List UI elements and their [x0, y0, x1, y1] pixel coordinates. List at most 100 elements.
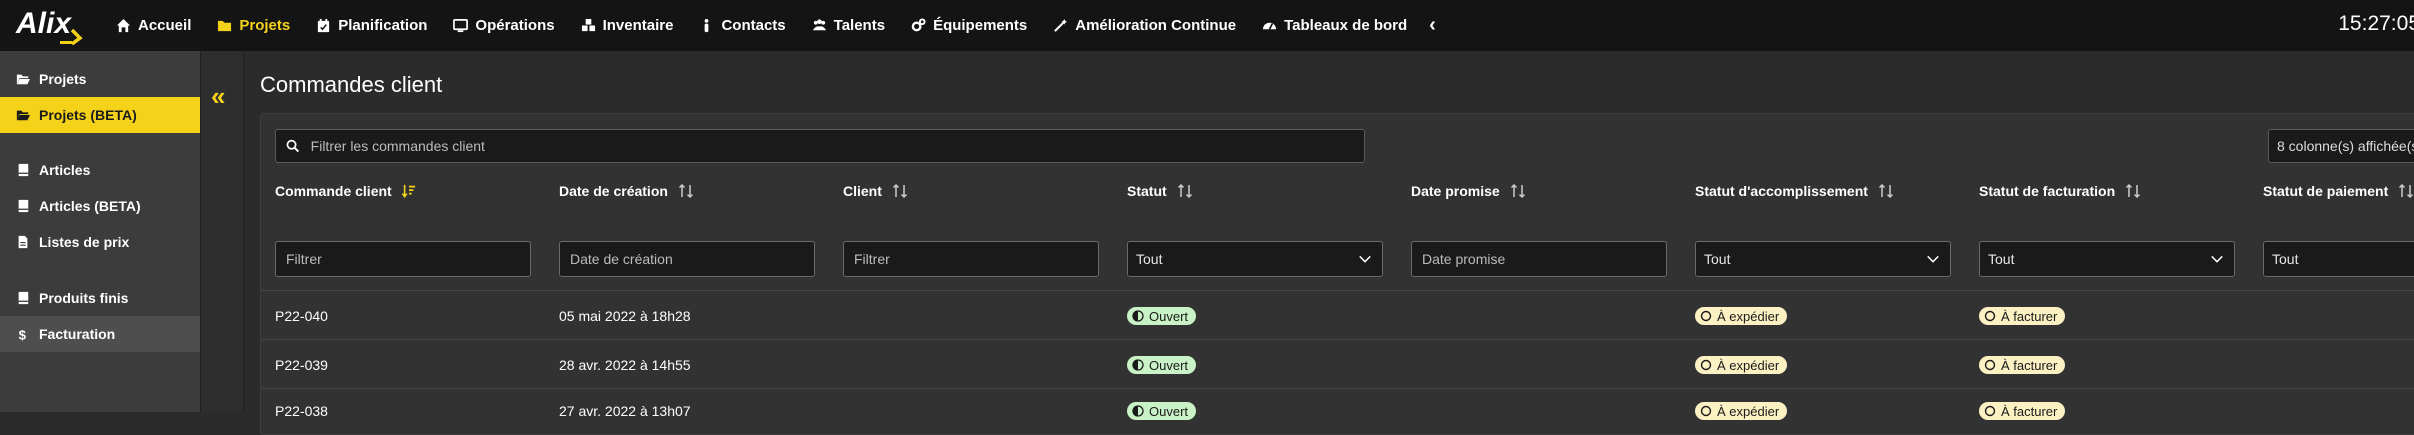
nav-item-label: Tableaux de bord — [1284, 17, 1408, 34]
nav-item-label: Inventaire — [602, 17, 674, 34]
sidebar: Projets Projets (BETA) Articles Articles… — [0, 51, 201, 412]
half-circle-icon — [1132, 310, 1144, 322]
column-header-statut[interactable]: Statut — [1127, 183, 1193, 199]
sidebar-item-label: Articles — [39, 162, 91, 178]
billing-badge: À facturer — [1979, 402, 2066, 420]
filter-statut-paiement-select[interactable]: Tout — [2263, 241, 2414, 277]
svg-text:$: $ — [19, 327, 27, 341]
monitor-icon — [453, 19, 469, 33]
filter-commande-client[interactable] — [275, 241, 531, 277]
folder-open-icon — [16, 74, 30, 85]
columns-shown-button[interactable]: 8 colonne(s) affichée(s) — [2268, 129, 2414, 163]
nav-collapse-button[interactable]: ‹ — [1429, 14, 1436, 37]
nav-item-label: Talents — [833, 17, 886, 34]
filter-input[interactable] — [1420, 250, 1666, 268]
nav-item-label: Amélioration Continue — [1075, 17, 1237, 34]
circle-icon — [1700, 405, 1712, 417]
nav-item-contacts[interactable]: Contacts — [699, 17, 786, 34]
nav-item-projets[interactable]: Projets — [217, 17, 290, 34]
sort-icon — [892, 183, 908, 199]
sidebar-item-label: Facturation — [39, 326, 116, 342]
wand-icon — [1054, 18, 1068, 32]
sidebar-item-projets-beta[interactable]: Projets (BETA) — [0, 97, 200, 133]
nav-item-planification[interactable]: Planification — [316, 17, 427, 34]
sidebar-item-produits-finis[interactable]: Produits finis — [0, 280, 200, 316]
file-icon — [18, 235, 28, 249]
nav-item-amelioration-continue[interactable]: Amélioration Continue — [1053, 17, 1236, 34]
double-chevron-left-icon[interactable]: « — [211, 81, 225, 112]
column-header-date-de-creation[interactable]: Date de création — [559, 183, 694, 199]
nav-item-talents[interactable]: Talents — [812, 17, 885, 34]
users-icon — [812, 19, 826, 31]
cell-created: 27 avr. 2022 à 13h07 — [559, 403, 691, 419]
clock: 15:27:05 — [2338, 12, 2414, 35]
filter-statut-facturation-select[interactable]: Tout — [1979, 241, 2235, 277]
page-title: Commandes client — [260, 72, 443, 97]
sort-icon — [1177, 183, 1193, 199]
column-header-statut-paiement[interactable]: Statut de paiement — [2263, 183, 2414, 199]
status-badge: Ouvert — [1127, 307, 1197, 325]
nav-item-label: Accueil — [138, 17, 192, 34]
search-input[interactable] — [308, 137, 1364, 155]
cell-order[interactable]: P22-039 — [275, 357, 328, 373]
filter-date-promise[interactable] — [1411, 241, 1667, 277]
circle-icon — [1700, 359, 1712, 371]
cell-order[interactable]: P22-040 — [275, 308, 328, 324]
sidebar-item-listes-de-prix[interactable]: Listes de prix — [0, 224, 200, 260]
calendar-check-icon — [318, 18, 330, 33]
status-badge: Ouvert — [1127, 402, 1197, 420]
folder-open-icon — [16, 110, 30, 121]
circle-icon — [1700, 310, 1712, 322]
filter-input[interactable] — [852, 250, 1098, 268]
top-navigation-bar: Alix Accueil Projets Planification Opéra… — [0, 0, 2414, 51]
nav-item-tableaux-de-bord[interactable]: Tableaux de bord — [1262, 17, 1407, 34]
circle-icon — [1984, 359, 1996, 371]
column-header-statut-facturation[interactable]: Statut de facturation — [1979, 183, 2141, 199]
sidebar-item-label: Projets — [39, 71, 87, 87]
row-divider — [261, 388, 2414, 389]
chevron-down-icon — [1927, 255, 1939, 263]
cell-order[interactable]: P22-038 — [275, 403, 328, 419]
sidebar-item-articles-beta[interactable]: Articles (BETA) — [0, 188, 200, 224]
filter-date-de-creation[interactable] — [559, 241, 815, 277]
fulfillment-badge: À expédier — [1695, 402, 1788, 420]
filter-client[interactable] — [843, 241, 1099, 277]
sidebar-item-label: Projets (BETA) — [39, 107, 137, 123]
fulfillment-badge: À expédier — [1695, 307, 1788, 325]
filter-input[interactable] — [284, 250, 530, 268]
sidebar-item-projets[interactable]: Projets — [0, 61, 200, 97]
filter-statut-accomplissement-select[interactable]: Tout — [1695, 241, 1951, 277]
filter-statut-select[interactable]: Tout — [1127, 241, 1383, 277]
filter-input[interactable] — [568, 250, 814, 268]
sort-icon — [1878, 183, 1894, 199]
book-icon — [18, 199, 29, 213]
half-circle-icon — [1132, 405, 1144, 417]
person-icon — [705, 18, 709, 33]
column-header-date-promise[interactable]: Date promise — [1411, 183, 1526, 199]
chevron-left-icon: ‹ — [1429, 14, 1436, 36]
nav-item-accueil[interactable]: Accueil — [116, 17, 191, 34]
nav-item-inventaire[interactable]: Inventaire — [581, 17, 674, 34]
gears-icon — [911, 18, 926, 32]
column-header-statut-accomplissement[interactable]: Statut d'accomplissement — [1695, 183, 1894, 199]
chevron-down-icon — [1359, 255, 1371, 263]
orders-panel: 8 colonne(s) affichée(s) Commande client… — [260, 113, 2414, 435]
home-icon — [116, 18, 131, 33]
nav-item-operations[interactable]: Opérations — [453, 17, 555, 34]
nav-item-label: Équipements — [933, 17, 1028, 34]
column-header-client[interactable]: Client — [843, 183, 908, 199]
nav-item-equipements[interactable]: Équipements — [911, 17, 1027, 34]
alix-logo[interactable]: Alix — [14, 0, 92, 51]
sidebar-collapse-strip: « — [201, 51, 244, 412]
sidebar-item-articles[interactable]: Articles — [0, 152, 200, 188]
main-content: Commandes client 8 colonne(s) affichée(s… — [244, 51, 2414, 435]
half-circle-icon — [1132, 359, 1144, 371]
search-box[interactable] — [275, 129, 1365, 163]
sidebar-item-label: Listes de prix — [39, 234, 130, 250]
column-header-commande-client[interactable]: Commande client — [275, 183, 416, 199]
book-icon — [18, 163, 29, 177]
cell-created: 28 avr. 2022 à 14h55 — [559, 357, 691, 373]
chevron-down-icon — [2211, 255, 2223, 263]
dollar-icon: $ — [19, 327, 27, 341]
sidebar-item-facturation[interactable]: $ Facturation — [0, 316, 200, 352]
